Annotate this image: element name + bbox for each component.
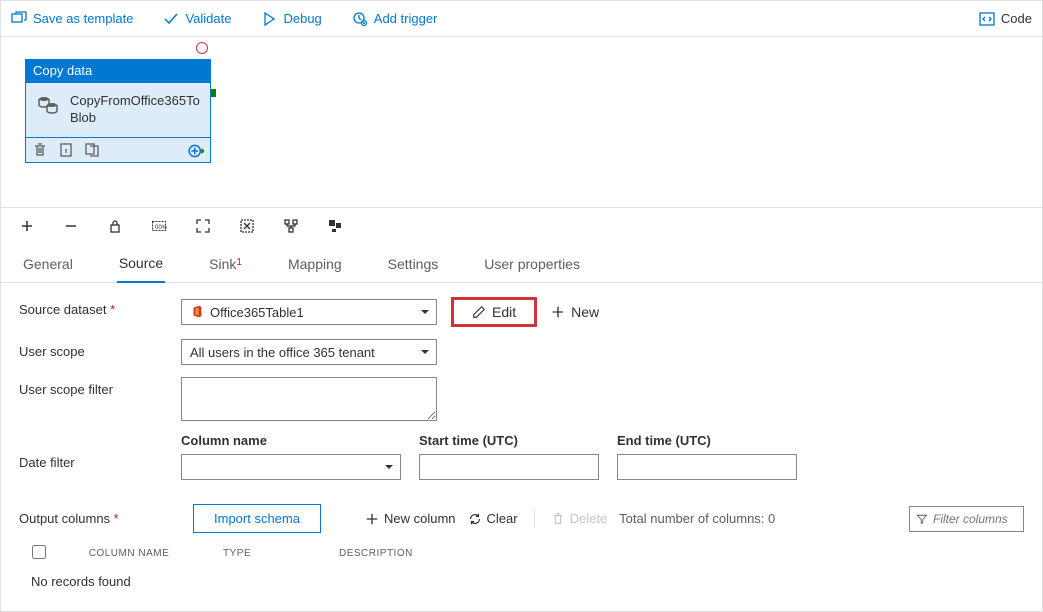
info-icon[interactable] [58, 142, 74, 158]
new-column-button[interactable]: New column [365, 511, 456, 526]
new-dataset-button[interactable]: New [551, 304, 599, 320]
filter-columns-box[interactable] [909, 506, 1024, 532]
check-icon [163, 11, 179, 27]
select-all-checkbox[interactable] [32, 545, 46, 559]
chevron-down-icon [420, 347, 430, 357]
chevron-down-icon [384, 462, 394, 472]
sink-badge: 1 [236, 257, 242, 268]
end-time-input[interactable] [617, 454, 797, 480]
output-columns-header: COLUMN NAME TYPE DESCRIPTION [19, 533, 1024, 568]
save-as-template-label: Save as template [33, 11, 133, 26]
delete-column-button: Delete [551, 511, 608, 526]
svg-text:00%: 00% [155, 225, 167, 231]
source-dataset-label: Source dataset * [19, 297, 181, 317]
user-scope-dropdown[interactable]: All users in the office 365 tenant [181, 339, 437, 365]
import-schema-button[interactable]: Import schema [193, 504, 321, 533]
column-name-dropdown[interactable] [181, 454, 401, 480]
copy-data-activity[interactable]: Copy data CopyFromOffice365ToBlob [25, 59, 211, 163]
config-tabs: General Source Sink1 Mapping Settings Us… [1, 243, 1042, 283]
tab-user-properties[interactable]: User properties [482, 248, 582, 282]
output-columns-label: Output columns * [19, 511, 181, 526]
end-time-label: End time (UTC) [617, 433, 797, 448]
add-output-icon[interactable] [188, 142, 204, 158]
column-name-label: Column name [181, 433, 401, 448]
copy-data-body[interactable]: CopyFromOffice365ToBlob [25, 82, 211, 138]
minimap-icon[interactable] [327, 218, 343, 234]
total-columns-text: Total number of columns: 0 [619, 511, 775, 526]
plus-icon [551, 305, 565, 319]
user-scope-label: User scope [19, 339, 181, 359]
debug-button[interactable]: Debug [261, 11, 321, 27]
zoom-out-icon[interactable] [63, 218, 79, 234]
source-form: Source dataset * Office365Table1 Edit Ne… [1, 283, 1042, 609]
source-dataset-value: Office365Table1 [210, 305, 414, 320]
tab-mapping[interactable]: Mapping [286, 248, 344, 282]
debug-label: Debug [283, 11, 321, 26]
top-toolbar: Save as template Validate Debug Add trig… [1, 1, 1042, 37]
save-template-icon [11, 11, 27, 27]
add-trigger-label: Add trigger [374, 11, 438, 26]
play-icon [261, 11, 277, 27]
date-filter-label: Date filter [19, 433, 181, 470]
fullscreen-icon[interactable] [239, 218, 255, 234]
add-trigger-button[interactable]: Add trigger [352, 11, 438, 27]
refresh-icon [468, 512, 482, 526]
edit-dataset-button[interactable]: Edit [451, 297, 537, 327]
database-icon [36, 93, 60, 117]
description-header: DESCRIPTION [339, 548, 413, 559]
code-icon [979, 11, 995, 27]
zoom-100-icon[interactable]: 00% [151, 218, 167, 234]
copy-data-header: Copy data [25, 59, 211, 82]
success-output-handle[interactable] [211, 89, 216, 97]
activity-name: CopyFromOffice365ToBlob [70, 93, 200, 127]
tab-source[interactable]: Source [117, 247, 165, 283]
column-name-header: COLUMN NAME [59, 548, 199, 559]
code-label: Code [1001, 11, 1032, 26]
code-button[interactable]: Code [979, 11, 1032, 27]
clone-icon[interactable] [84, 142, 100, 158]
delete-icon[interactable] [32, 142, 48, 158]
zoom-fit-icon[interactable] [195, 218, 211, 234]
user-scope-value: All users in the office 365 tenant [190, 345, 414, 360]
filter-columns-input[interactable] [933, 512, 1017, 526]
activity-footer [25, 138, 211, 163]
start-time-input[interactable] [419, 454, 599, 480]
tab-sink[interactable]: Sink1 [207, 248, 244, 282]
filter-icon [916, 513, 928, 525]
tab-general[interactable]: General [21, 248, 75, 282]
pipeline-canvas[interactable]: Copy data CopyFromOffice365ToBlob [1, 37, 1042, 207]
no-records-message: No records found [19, 568, 1024, 595]
chevron-down-icon [420, 307, 430, 317]
clear-button[interactable]: Clear [468, 511, 518, 526]
tab-settings[interactable]: Settings [386, 248, 441, 282]
validate-label: Validate [185, 11, 231, 26]
user-scope-filter-input[interactable] [181, 377, 437, 421]
separator [534, 510, 535, 528]
start-time-label: Start time (UTC) [419, 433, 599, 448]
lock-icon[interactable] [107, 218, 123, 234]
office365-icon [190, 305, 204, 319]
save-as-template-button[interactable]: Save as template [11, 11, 133, 27]
zoom-in-icon[interactable] [19, 218, 35, 234]
plus-icon [365, 512, 379, 526]
trigger-icon [352, 11, 368, 27]
user-scope-filter-label: User scope filter [19, 377, 181, 397]
validate-button[interactable]: Validate [163, 11, 231, 27]
validation-error-indicator[interactable] [196, 42, 208, 54]
canvas-toolbar: 00% [1, 207, 1042, 243]
autolayout-icon[interactable] [283, 218, 299, 234]
type-header: TYPE [199, 548, 339, 559]
pencil-icon [472, 305, 486, 319]
source-dataset-dropdown[interactable]: Office365Table1 [181, 299, 437, 325]
trash-icon [551, 512, 565, 526]
